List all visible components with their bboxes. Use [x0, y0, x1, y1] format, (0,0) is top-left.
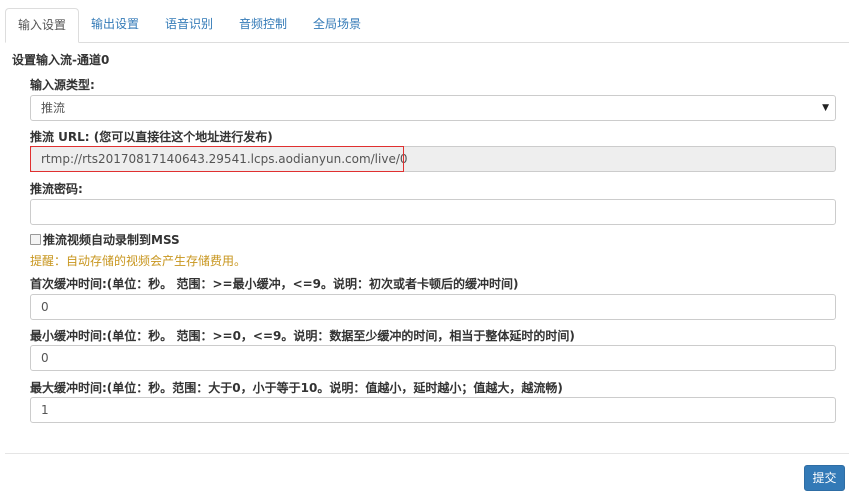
max-buffer-value: 1 [41, 403, 49, 417]
tab-speech-recognition[interactable]: 语音识别 [153, 8, 225, 41]
section-title: 设置输入流-通道0 [12, 53, 110, 67]
input-source-value: 推流 [41, 101, 66, 115]
auto-record-checkbox[interactable] [30, 234, 41, 245]
storage-hint: 提醒：自动存储的视频会产生存储费用。 [30, 254, 247, 268]
footer-divider [5, 453, 849, 454]
max-buffer-field[interactable]: 1 [30, 397, 836, 423]
tab-output-settings[interactable]: 输出设置 [79, 8, 151, 41]
first-buffer-label: 首次缓冲时间:(单位：秒。 范围：>=最小缓冲，<=9。说明：初次或者卡顿后的缓… [30, 277, 519, 291]
auto-record-label: 推流视频自动录制到MSS [43, 233, 180, 247]
push-url-value: rtmp://rts20170817140643.29541.lcps.aodi… [41, 152, 408, 166]
auto-record-row: 推流视频自动录制到MSS [30, 231, 180, 248]
input-source-label: 输入源类型: [30, 78, 95, 92]
input-source-select[interactable]: 推流 ▼ [30, 95, 836, 121]
tab-global-scene[interactable]: 全局场景 [301, 8, 373, 41]
tab-input-settings[interactable]: 输入设置 [5, 8, 80, 43]
push-url-field[interactable]: rtmp://rts20170817140643.29541.lcps.aodi… [30, 146, 836, 172]
max-buffer-label: 最大缓冲时间:(单位：秒。范围：大于0，小于等于10。说明：值越小，延时越小；值… [30, 381, 563, 395]
push-url-label: 推流 URL: (您可以直接往这个地址进行发布) [30, 130, 273, 144]
submit-button[interactable]: 提交 [804, 465, 845, 491]
min-buffer-field[interactable]: 0 [30, 345, 836, 371]
min-buffer-label: 最小缓冲时间:(单位：秒。 范围：>=0，<=9。说明：数据至少缓冲的时间，相当… [30, 329, 575, 343]
push-password-field[interactable] [30, 199, 836, 225]
push-password-label: 推流密码: [30, 182, 83, 196]
tab-audio-control[interactable]: 音频控制 [227, 8, 299, 41]
min-buffer-value: 0 [41, 351, 49, 365]
first-buffer-field[interactable]: 0 [30, 294, 836, 320]
tab-bar: 输入设置 输出设置 语音识别 音频控制 全局场景 [5, 8, 849, 43]
chevron-down-icon: ▼ [822, 103, 829, 113]
first-buffer-value: 0 [41, 300, 49, 314]
